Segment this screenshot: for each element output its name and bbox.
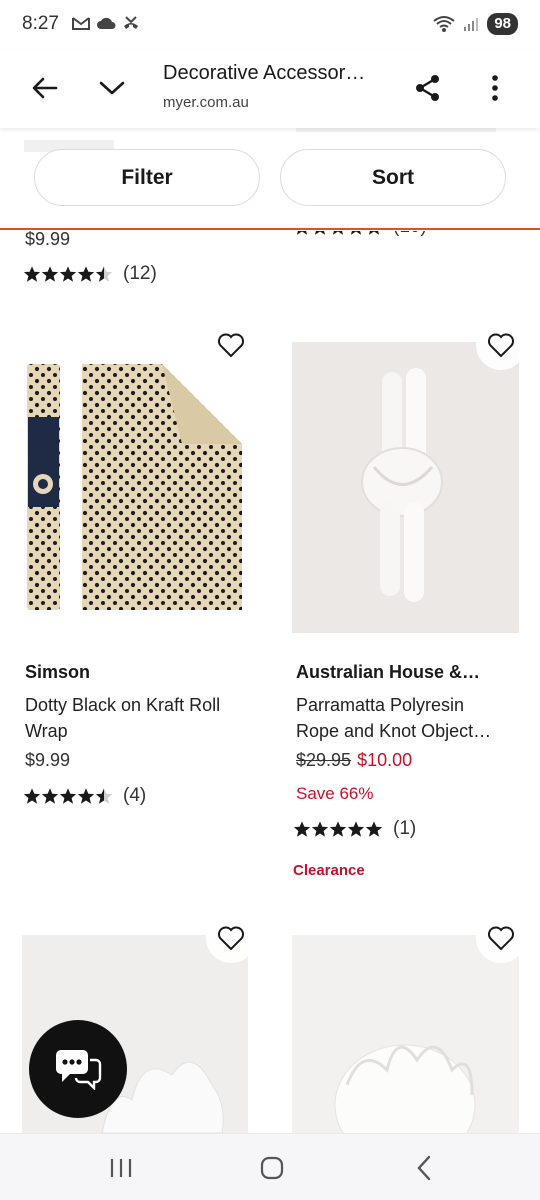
home-button[interactable] [252,1150,292,1186]
star-icon [95,265,113,282]
filter-button[interactable]: Filter [34,149,260,206]
star-icon [23,265,41,282]
star-icon [77,265,95,282]
original-price: $29.95 [296,750,352,770]
wishlist-button[interactable] [206,320,256,370]
page-title: Decorative Accessor… [163,62,366,84]
arrow-left-icon [32,77,58,99]
rating-count: (4) [123,785,147,806]
clearance-tag: Clearance [293,862,365,879]
product-brand[interactable]: Simson [25,662,90,683]
system-nav-bar [0,1133,540,1200]
star-icon [293,820,311,837]
star-icon [95,787,113,804]
more-options-button[interactable] [471,64,519,112]
savings-label: Save 66% [296,784,374,803]
chat-icon [56,1050,102,1090]
heart-icon [488,926,514,951]
heart-icon [218,926,244,951]
star-icon [77,787,95,804]
product-brand[interactable]: Australian House &… [296,662,480,683]
wishlist-button[interactable] [206,913,256,963]
filter-sort-bar: Filter Sort [0,128,540,228]
kraft-wrap-image [27,364,242,610]
gmail-icon [72,17,90,30]
star-icon [365,820,383,837]
recent-apps-icon [110,1159,132,1177]
product-price: $9.99 [25,750,71,770]
share-button[interactable] [404,64,452,112]
status-bar: 8:27 98 [0,0,540,50]
product-name-line: Parramatta Polyresin [296,695,465,715]
star-rating-icon [293,820,383,839]
recent-apps-button[interactable] [101,1150,141,1186]
product-price: $29.95 $10.00 [296,750,412,771]
heart-icon [488,333,514,358]
wishlist-button[interactable] [476,320,526,370]
star-icon [59,787,77,804]
star-icon [311,820,329,837]
battery-icon: 98 [487,13,518,35]
product-price: $9.99 [25,229,71,249]
page: 8:27 98 Decorative Accessor… myer.com.au [0,0,540,1200]
browser-header: Decorative Accessor… myer.com.au [0,50,540,128]
star-rating-icon [23,787,113,806]
star-icon [329,820,347,837]
star-icon [41,265,59,282]
product-rating: (1) [293,818,416,840]
star-rating-icon [23,265,113,284]
back-button[interactable] [21,64,69,112]
ruffle-sculpture-image [292,935,519,1133]
more-vertical-icon [492,75,498,101]
product-image[interactable] [292,342,519,633]
star-icon [23,787,41,804]
product-name[interactable]: Dotty Black on Kraft Roll Wrap [25,692,250,744]
status-icons-left [72,14,140,32]
chat-button[interactable] [29,1020,127,1118]
star-icon [347,820,365,837]
share-icon [416,75,439,101]
signal-icon [464,18,479,31]
product-name[interactable]: Parramatta Polyresin Rope and Knot Objec… [296,692,526,744]
cloud-icon [97,17,116,29]
rating-count: (1) [393,818,417,839]
rating-count: (12) [123,263,157,284]
wifi-icon [433,16,455,32]
product-image[interactable] [292,935,519,1133]
collapse-button[interactable] [88,64,136,112]
star-icon [41,787,59,804]
page-domain: myer.com.au [163,94,249,111]
product-rating: (4) [23,785,146,807]
heart-icon [218,333,244,358]
product-rating: (12) [23,263,157,285]
missed-call-icon [124,16,138,29]
star-icon [59,265,77,282]
home-icon [260,1156,284,1180]
product-image[interactable] [22,342,248,632]
rope-knot-image [292,342,519,633]
status-icons-right: 98 [433,13,518,35]
sale-price: $10.00 [357,750,413,770]
wishlist-button[interactable] [476,913,526,963]
status-time: 8:27 [22,13,59,34]
accent-divider [0,228,540,230]
back-nav-button[interactable] [404,1150,444,1186]
back-chevron-icon [417,1155,431,1181]
sort-button[interactable]: Sort [280,149,506,206]
product-name-line: Rope and Knot Object… [296,721,492,741]
chevron-down-icon [99,81,125,95]
